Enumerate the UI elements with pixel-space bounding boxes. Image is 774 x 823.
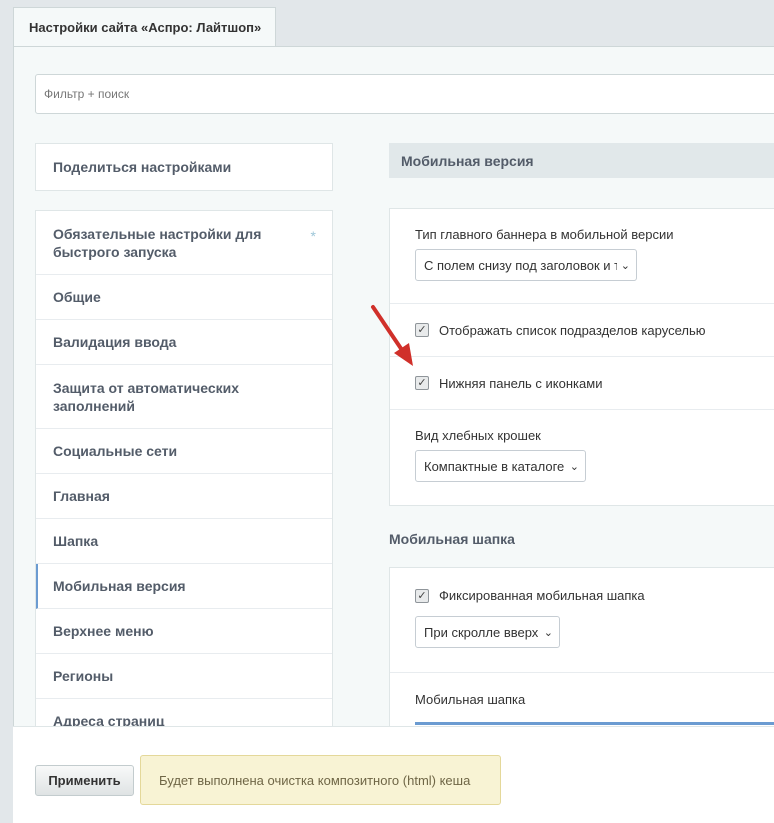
fixed-header-checkbox[interactable]: ✓ [415,588,429,603]
mobile-header-card: ✓ Фиксированная мобильная шапка При скро… [389,567,774,726]
filter-search-input[interactable]: Фильтр + поиск [35,74,774,114]
share-settings-label: Поделиться настройками [53,159,232,175]
bottom-panel-row: ✓ Нижняя панель с иконками [390,357,774,410]
carousel-checkbox[interactable]: ✓ [415,323,429,337]
settings-nav: Обязательные настройки для быстрого запу… [35,210,333,726]
banner-type-select[interactable]: С полем снизу под заголовок и т ⌄ [415,249,637,281]
nav-item-page-urls[interactable]: Адреса страниц [36,699,332,726]
nav-item-label: Верхнее меню [53,623,154,639]
nav-item-label: Главная [53,488,110,504]
red-arrow-icon [371,305,413,366]
fixed-header-select[interactable]: При скролле вверх ⌄ [415,616,560,648]
share-settings-button[interactable]: Поделиться настройками [35,143,333,191]
fixed-header-checkbox-row: ✓ Фиксированная мобильная шапка [415,588,764,603]
nav-item-spam-protection[interactable]: Защита от автоматических заполнений [36,365,332,429]
footer-bar: Применить Будет выполнена очистка композ… [13,726,774,823]
breadcrumbs-select[interactable]: Компактные в каталоге ⌄ [415,450,586,482]
tab-title: Настройки сайта «Аспро: Лайтшоп» [29,20,262,35]
nav-item-label: Мобильная версия [53,578,186,594]
nav-item-label: Адреса страниц [53,713,165,726]
nav-item-general[interactable]: Общие [36,275,332,320]
cache-notice: Будет выполнена очистка композитного (ht… [140,755,501,805]
nav-item-header[interactable]: Шапка [36,519,332,564]
nav-item-label: Социальные сети [53,443,178,459]
settings-tab[interactable]: Настройки сайта «Аспро: Лайтшоп» [13,7,276,47]
nav-item-label: Обязательные настройки для быстрого запу… [53,225,262,260]
chevron-down-icon: ⌄ [543,626,553,639]
select-value: С полем снизу под заголовок и т [424,257,617,273]
nav-item-required[interactable]: Обязательные настройки для быстрого запу… [36,211,332,275]
mobile-header-row: Мобильная шапка [390,673,774,726]
fixed-header-row: ✓ Фиксированная мобильная шапка При скро… [390,568,774,673]
settings-panel: Фильтр + поиск Поделиться настройками Об… [13,46,774,726]
nav-item-validation[interactable]: Валидация ввода [36,320,332,365]
chevron-down-icon: ⌄ [620,259,630,272]
required-star-icon: * [310,228,316,244]
bottom-panel-checkbox[interactable]: ✓ [415,376,429,390]
nav-item-label: Защита от автоматических заполнений [53,379,240,414]
select-value: Компактные в каталоге [424,458,565,474]
section-title-text: Мобильная версия [401,152,534,169]
banner-type-row: Тип главного баннера в мобильной версии … [390,209,774,304]
cache-notice-text: Будет выполнена очистка композитного (ht… [159,772,471,788]
chevron-down-icon: ⌄ [569,460,579,473]
mobile-settings-card: Тип главного баннера в мобильной версии … [389,208,774,506]
mobile-header-option-edge [415,722,774,725]
breadcrumbs-row: Вид хлебных крошек Компактные в каталоге… [390,410,774,505]
carousel-row: ✓ Отображать список подразделов карусель… [390,304,774,357]
fixed-header-label: Фиксированная мобильная шапка [439,588,645,603]
nav-item-main[interactable]: Главная [36,474,332,519]
bottom-panel-label: Нижняя панель с иконками [439,375,603,391]
breadcrumbs-label: Вид хлебных крошек [415,428,541,443]
nav-item-label: Регионы [53,668,114,684]
apply-button[interactable]: Применить [35,765,134,796]
select-value: При скролле вверх [424,624,539,640]
filter-placeholder: Фильтр + поиск [44,87,130,101]
nav-item-top-menu[interactable]: Верхнее меню [36,609,332,654]
nav-item-regions[interactable]: Регионы [36,654,332,699]
section-title-mobile: Мобильная версия [389,143,774,178]
nav-item-social[interactable]: Социальные сети [36,429,332,474]
carousel-label: Отображать список подразделов каруселью [439,322,706,338]
apply-button-label: Применить [48,773,121,788]
section-title-mobile-header: Мобильная шапка [389,531,515,547]
nav-item-label: Общие [53,289,101,305]
nav-item-label: Валидация ввода [53,334,177,350]
nav-item-label: Шапка [53,533,99,549]
banner-type-label: Тип главного баннера в мобильной версии [415,227,674,242]
nav-item-mobile[interactable]: Мобильная версия [36,564,332,609]
mobile-header-label: Мобильная шапка [415,692,526,707]
